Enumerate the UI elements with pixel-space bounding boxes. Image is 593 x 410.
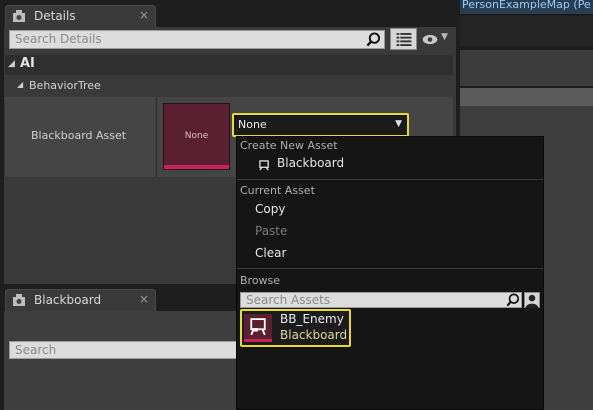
collapse-triangle-icon: ◢	[17, 80, 24, 89]
clear-item[interactable]: Clear	[255, 246, 286, 260]
editor-toolbar-strip	[460, 16, 593, 46]
blackboard-icon	[259, 160, 269, 171]
blackboard-tab-label: Blackboard	[34, 293, 102, 307]
category-ai-label: AI	[20, 56, 35, 71]
eye-icon	[422, 34, 438, 45]
map-tab-title: PersonExampleMap (Pe	[462, 0, 591, 11]
blackboard-search-input[interactable]: Search	[9, 341, 249, 359]
search-assets-input[interactable]: Search Assets	[240, 292, 522, 308]
blackboard-search-placeholder: Search	[15, 343, 57, 357]
search-icon	[366, 32, 381, 47]
chevron-down-icon: ▼	[395, 119, 402, 129]
asset-item-bb-enemy[interactable]: BB_Enemy Blackboard	[240, 309, 351, 347]
details-tab[interactable]: Details ×	[5, 5, 156, 27]
details-icon	[13, 10, 25, 22]
blackboard-tab[interactable]: Blackboard ×	[5, 289, 156, 311]
visibility-dropdown[interactable]: ▼	[420, 29, 452, 49]
category-ai-row[interactable]: ◢ AI	[5, 55, 453, 75]
details-tab-label: Details	[34, 9, 76, 23]
current-asset-header: Current Asset	[240, 184, 315, 197]
row-splitter[interactable]	[156, 97, 157, 187]
paste-item[interactable]: Paste	[255, 224, 287, 238]
user-icon	[525, 294, 539, 308]
menu-divider	[237, 268, 543, 269]
asset-thumbnail-small	[244, 314, 272, 342]
copy-item[interactable]: Copy	[255, 202, 285, 216]
combo-value: None	[238, 118, 267, 131]
collapse-triangle-icon: ◢	[8, 59, 15, 69]
create-new-asset-header: Create New Asset	[240, 139, 338, 152]
details-search-input[interactable]: Search Details	[9, 30, 385, 49]
browse-header: Browse	[240, 274, 281, 287]
search-assets-placeholder: Search Assets	[246, 293, 331, 307]
details-tab-close[interactable]: ×	[139, 8, 149, 22]
list-view-icon	[396, 33, 412, 46]
asset-picker-dropdown: Create New Asset Blackboard Current Asse…	[236, 136, 544, 410]
create-blackboard-item[interactable]: Blackboard	[259, 156, 459, 174]
editor-strip-3	[460, 88, 593, 106]
user-filter-button[interactable]	[524, 292, 540, 308]
asset-thumbnail[interactable]: None	[163, 103, 230, 170]
thumbnail-accent-bar	[244, 339, 272, 342]
map-tab[interactable]: PersonExampleMap (Pe	[460, 0, 593, 15]
menu-divider	[237, 179, 543, 180]
blackboard-icon	[250, 318, 266, 336]
thumbnail-accent-bar	[164, 165, 229, 169]
subcategory-label: BehaviorTree	[29, 79, 101, 92]
blackboard-tab-close[interactable]: ×	[139, 292, 149, 306]
asset-type: Blackboard	[280, 328, 348, 342]
create-blackboard-label: Blackboard	[277, 156, 345, 170]
editor-strip-2	[460, 50, 593, 86]
chevron-down-icon: ▼	[441, 32, 448, 42]
view-options-button[interactable]	[390, 28, 417, 50]
subcategory-behaviortree-row[interactable]: ◢ BehaviorTree	[5, 76, 453, 96]
thumbnail-label: None	[184, 131, 209, 141]
blackboard-tab-icon	[13, 294, 25, 306]
asset-combo-box[interactable]: None ▼	[232, 113, 409, 137]
search-icon	[506, 293, 520, 307]
asset-name: BB_Enemy	[280, 312, 344, 326]
details-search-placeholder: Search Details	[15, 32, 102, 46]
property-label: Blackboard Asset	[31, 129, 127, 142]
